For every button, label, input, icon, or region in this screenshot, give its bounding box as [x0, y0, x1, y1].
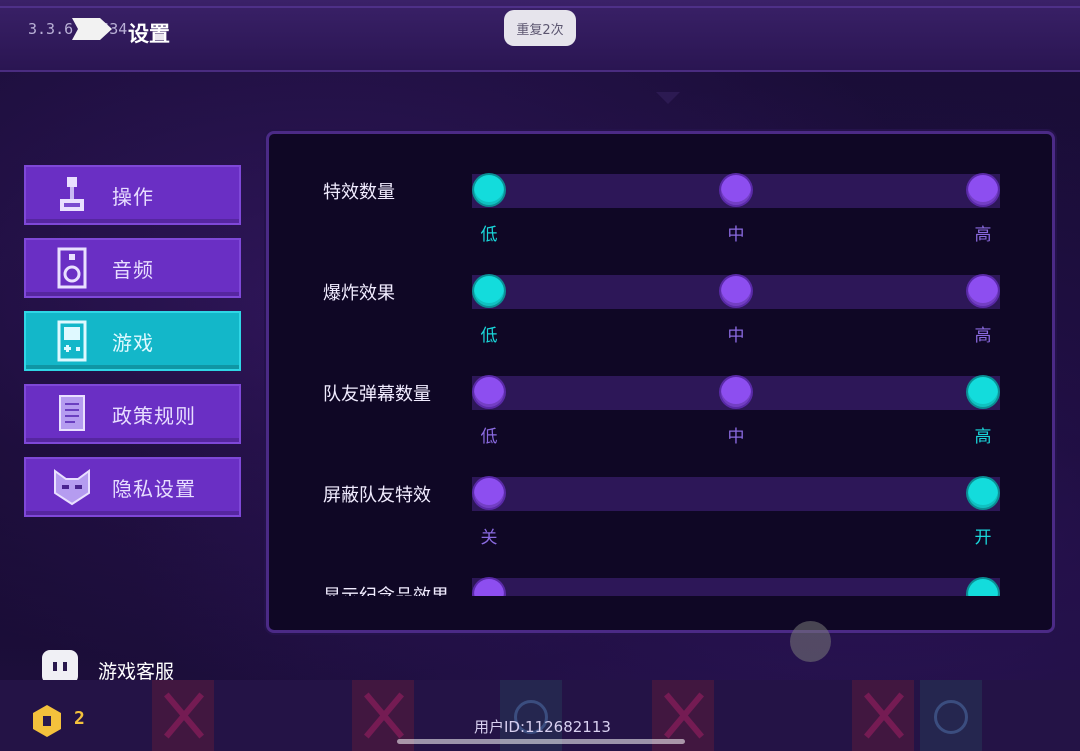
slider-stop[interactable] [474, 478, 504, 508]
coin-count: 2 [74, 708, 85, 729]
scroll-icon [50, 392, 94, 436]
setting-row: 显示纪念品效果关开 [269, 578, 1052, 596]
option-label: 关 [480, 528, 498, 548]
settings-sidebar: 操作音频游戏政策规则隐私设置 [24, 165, 241, 530]
sidebar-item-mask[interactable]: 隐私设置 [24, 457, 241, 517]
speaker-icon [50, 246, 94, 290]
option-label: 中 [727, 225, 745, 245]
sidebar-item-label: 隐私设置 [112, 476, 196, 501]
setting-row: 特效数量低 中 高 [269, 174, 1052, 274]
settings-scroll-area[interactable]: 特效数量低中高爆炸效果低中高队友弹幕数量低中高屏蔽队友特效关开显示纪念品效果关开 [269, 134, 1052, 596]
support-robot-icon [42, 650, 78, 684]
slider-stop[interactable] [721, 276, 751, 306]
setting-label: 屏蔽队友特效 [323, 485, 431, 506]
slider-stop[interactable] [968, 175, 998, 205]
setting-row: 屏蔽队友特效关 开 [269, 477, 1052, 577]
setting-slider-track[interactable] [472, 477, 1000, 511]
slider-stop[interactable] [474, 276, 504, 306]
slider-stop[interactable] [721, 377, 751, 407]
mask-icon [50, 465, 94, 509]
sidebar-item-label: 政策规则 [112, 403, 196, 428]
setting-label: 爆炸效果 [323, 283, 395, 304]
sidebar-item-speaker[interactable]: 音频 [24, 238, 241, 298]
sidebar-item-label: 游戏 [112, 330, 154, 355]
gameboy-icon [50, 319, 94, 363]
option-label: 低 [480, 225, 498, 245]
setting-label: 特效数量 [323, 182, 395, 203]
option-label: 低 [480, 326, 498, 346]
slider-stop[interactable] [968, 478, 998, 508]
setting-label: 显示纪念品效果 [323, 582, 449, 596]
floating-assist-button[interactable] [790, 621, 831, 662]
chevron-down-icon [656, 92, 680, 104]
sidebar-item-label: 操作 [112, 184, 154, 209]
slider-stop[interactable] [968, 377, 998, 407]
top-bar-stripe [0, 6, 1080, 8]
sidebar-item-scroll[interactable]: 政策规则 [24, 384, 241, 444]
x-tile-icon [852, 680, 914, 751]
joystick-icon [50, 173, 94, 217]
setting-row: 爆炸效果低 中 高 [269, 275, 1052, 375]
setting-row: 队友弹幕数量低 中 高 [269, 376, 1052, 476]
sidebar-item-joystick[interactable]: 操作 [24, 165, 241, 225]
option-label: 低 [480, 427, 498, 447]
option-label: 中 [727, 326, 745, 346]
slider-stop[interactable] [721, 175, 751, 205]
sidebar-item-label: 音频 [112, 257, 154, 282]
setting-slider-track[interactable] [472, 578, 1000, 596]
option-label: 高 [974, 225, 992, 245]
slider-stop[interactable] [474, 175, 504, 205]
user-id-label: 用户ID:112682113 [474, 718, 611, 736]
repeat-toast: 重复2次 [504, 10, 576, 46]
option-label: 开 [974, 528, 992, 548]
option-label: 中 [727, 427, 745, 447]
page-title: 设置 [128, 22, 170, 46]
octagon-tile-icon [920, 680, 982, 751]
slider-stop[interactable] [968, 276, 998, 306]
slider-stop[interactable] [474, 377, 504, 407]
option-label: 高 [974, 427, 992, 447]
home-indicator[interactable] [397, 739, 685, 744]
sidebar-item-gameboy[interactable]: 游戏 [24, 311, 241, 371]
setting-label: 队友弹幕数量 [323, 384, 431, 405]
x-tile-icon [152, 680, 214, 751]
settings-panel: 特效数量低中高爆炸效果低中高队友弹幕数量低中高屏蔽队友特效关开显示纪念品效果关开 [266, 131, 1055, 633]
option-label: 高 [974, 326, 992, 346]
